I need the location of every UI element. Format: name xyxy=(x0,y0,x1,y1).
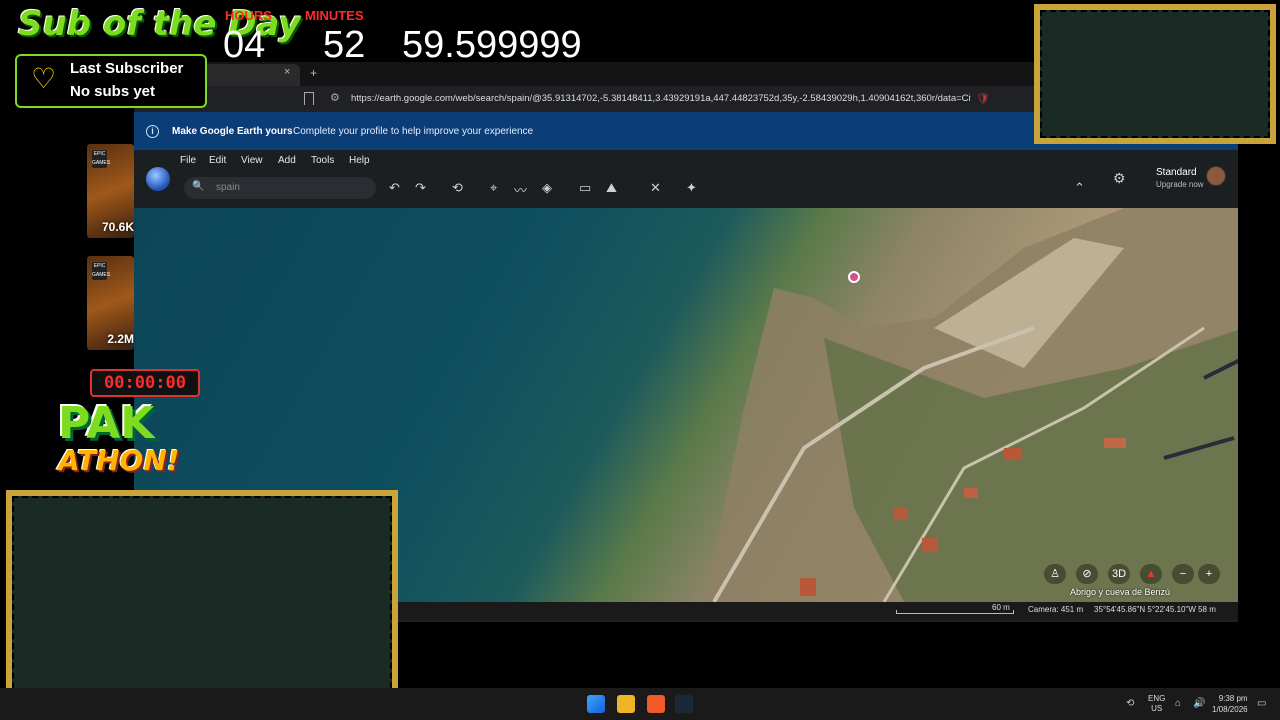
brave-browser-icon[interactable] xyxy=(647,695,665,713)
tab-close-icon[interactable]: × xyxy=(284,66,290,78)
gear-icon[interactable]: ⚙ xyxy=(1113,170,1126,187)
clock-time: 9:38 pm xyxy=(1218,694,1248,703)
network-icon[interactable]: ⟲ xyxy=(1126,698,1134,709)
clock[interactable]: 9:38 pm 1/08/2026 xyxy=(1212,693,1248,715)
menu-view[interactable]: View xyxy=(241,155,263,166)
plan-name: Standard xyxy=(1156,167,1197,178)
info-icon: i xyxy=(146,125,159,138)
notice-title[interactable]: Make Google Earth yours xyxy=(172,126,293,137)
epic-games-icon: EPIC GAMES xyxy=(92,150,111,168)
menu-help[interactable]: Help xyxy=(349,155,370,166)
steam-icon[interactable] xyxy=(675,695,693,713)
gemini-icon[interactable]: ✦ xyxy=(686,180,697,196)
notice-text: Complete your profile to help improve yo… xyxy=(293,126,534,137)
heart-icon: ♡ xyxy=(31,63,57,94)
search-input[interactable] xyxy=(184,177,376,199)
notification-icon[interactable]: ▭ xyxy=(1257,698,1266,709)
satellite-imagery xyxy=(704,208,1238,602)
zoom-out-icon[interactable]: − xyxy=(1172,564,1194,584)
menu-tools[interactable]: Tools xyxy=(311,155,334,166)
new-tab-icon[interactable]: + xyxy=(310,66,317,80)
game-card-count: 2.2M xyxy=(107,332,134,346)
scale-label: 60 m xyxy=(992,603,1010,612)
language-code: ENG xyxy=(1148,694,1166,703)
path-icon[interactable]: 〰 xyxy=(514,180,527,199)
bookmark-icon[interactable] xyxy=(304,92,314,105)
wifi-icon[interactable]: ⌂ xyxy=(1175,698,1181,709)
webcam-main-frame xyxy=(6,490,398,714)
measure-icon[interactable]: ▭ xyxy=(579,180,591,196)
undo-icon[interactable]: ↶ xyxy=(389,180,400,196)
satellite-icon[interactable]: ✕ xyxy=(650,180,661,196)
coordinates: 35°54'45.86"N 5°22'45.10"W 58 m xyxy=(1094,605,1216,614)
file-explorer-icon[interactable] xyxy=(617,695,635,713)
brave-shield-icon[interactable]: 🛡 xyxy=(976,92,990,105)
menu-file[interactable]: File xyxy=(180,155,196,166)
game-card-count: 70.6K xyxy=(101,220,134,234)
site-settings-icon[interactable]: ⚙ xyxy=(330,91,340,104)
last-subscriber-value: No subs yet xyxy=(70,83,156,100)
minutes-value: 52 xyxy=(323,24,366,66)
keyboard-region: US xyxy=(1151,704,1163,713)
language-indicator[interactable]: ENG US xyxy=(1148,694,1165,714)
layers-icon[interactable]: ◈ xyxy=(542,180,552,196)
placemark-icon[interactable]: ⌖ xyxy=(490,180,497,196)
redo-icon[interactable]: ↷ xyxy=(415,180,426,196)
pegman-icon[interactable]: ♙ xyxy=(1044,564,1066,584)
menu-add[interactable]: Add xyxy=(278,155,296,166)
search-icon: 🔍 xyxy=(192,181,205,192)
taskbar xyxy=(0,688,1280,720)
windows-start-icon[interactable] xyxy=(587,695,605,713)
collapse-icon[interactable]: ⌃ xyxy=(1074,180,1085,196)
minutes-label: MINUTES xyxy=(305,8,364,23)
search-value: spain xyxy=(216,182,240,193)
compass-icon[interactable]: ▲ xyxy=(1140,564,1162,584)
upgrade-link[interactable]: Upgrade now xyxy=(1156,180,1204,189)
place-label[interactable]: Abrigo y cueva de Benzú xyxy=(1070,587,1170,597)
camera-altitude: Camera: 451 m xyxy=(1028,605,1084,614)
image-icon[interactable]: ⛰ xyxy=(606,180,617,196)
last-subscriber-title: Last Subscriber xyxy=(70,60,184,77)
volume-icon[interactable]: 🔊 xyxy=(1193,698,1205,709)
history-icon[interactable]: ⟲ xyxy=(452,180,463,196)
zoom-in-icon[interactable]: + xyxy=(1198,564,1220,584)
seconds-value: 59.599999 xyxy=(402,24,582,66)
pakathon-logo: PAK xyxy=(58,398,155,449)
webcam-small-frame xyxy=(1034,4,1276,144)
reset-tilt-icon[interactable]: ⊘ xyxy=(1076,564,1098,584)
toggle-3d-button[interactable]: 3D xyxy=(1108,564,1130,584)
avatar[interactable] xyxy=(1206,166,1226,186)
clock-date: 1/08/2026 xyxy=(1212,705,1248,714)
url-field[interactable]: https://earth.google.com/web/search/spai… xyxy=(351,93,971,104)
epic-games-icon: EPIC GAMES xyxy=(92,262,111,280)
pakathon-timer: 00:00:00 xyxy=(90,369,200,397)
pakathon-logo-subtitle: ATHON! xyxy=(58,444,180,477)
poi-marker-icon[interactable] xyxy=(848,271,860,283)
earth-logo-icon[interactable] xyxy=(146,167,170,191)
hours-value: 04 xyxy=(223,24,266,66)
hours-label: HOURS xyxy=(225,8,272,23)
menu-edit[interactable]: Edit xyxy=(209,155,226,166)
